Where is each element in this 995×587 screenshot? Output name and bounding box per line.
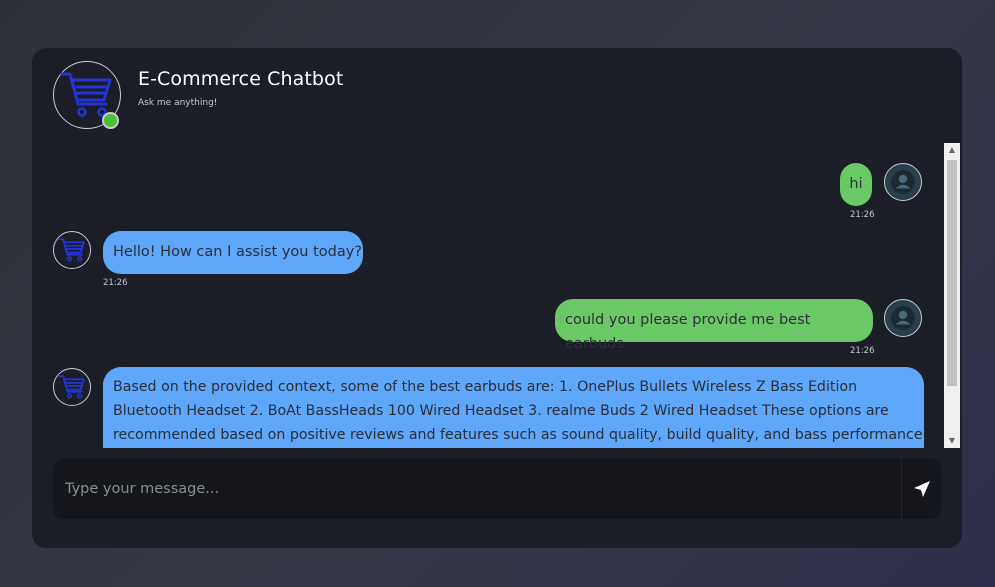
bot-message-bubble: Based on the provided context, some of t… xyxy=(103,367,928,448)
message-timestamp: 21:26 xyxy=(850,210,875,220)
user-icon xyxy=(890,305,915,330)
chat-window: E-Commerce Chatbot Ask me anything! hi 2… xyxy=(32,48,962,548)
message-text-line: recommended based on positive reviews an… xyxy=(113,427,928,443)
message-text-line: Bluetooth Headset 2. BoAt BassHeads 100 … xyxy=(113,403,889,419)
message-text: Hello! How can I assist you today? xyxy=(113,244,363,260)
message-text: hi xyxy=(849,176,863,192)
scroll-down-arrow-icon[interactable]: ▼ xyxy=(944,434,960,448)
message-input[interactable] xyxy=(53,459,901,519)
scroll-up-arrow-icon[interactable]: ▲ xyxy=(944,143,960,157)
scroll-thumb[interactable] xyxy=(947,160,957,386)
online-status-dot xyxy=(102,112,119,129)
message-text: could you please provide me best earbuds xyxy=(565,312,811,352)
page-subtitle: Ask me anything! xyxy=(138,98,218,108)
send-button[interactable] xyxy=(901,459,941,519)
user-message-bubble: could you please provide me best earbuds xyxy=(555,299,873,352)
bot-message-bubble: Hello! How can I assist you today? xyxy=(103,231,363,274)
user-avatar xyxy=(884,163,922,201)
bot-avatar xyxy=(53,231,91,269)
page-title: E-Commerce Chatbot xyxy=(138,68,344,90)
message-text-line: Based on the provided context, some of t… xyxy=(113,379,858,395)
message-timestamp: 21:26 xyxy=(103,278,128,288)
user-message-bubble: hi xyxy=(840,163,872,206)
message-scrollbar[interactable]: ▲ ▼ xyxy=(944,143,960,448)
user-icon xyxy=(890,169,915,194)
bot-avatar xyxy=(53,368,91,406)
shopping-cart-icon xyxy=(58,238,85,262)
message-timestamp: 21:26 xyxy=(850,346,875,356)
send-icon xyxy=(914,481,930,497)
message-list[interactable]: hi 21:26 Hello! How can I assist you tod… xyxy=(32,143,962,448)
chat-header: E-Commerce Chatbot Ask me anything! xyxy=(32,48,962,138)
shopping-cart-icon xyxy=(58,375,85,399)
user-avatar xyxy=(884,299,922,337)
composer xyxy=(53,459,941,519)
